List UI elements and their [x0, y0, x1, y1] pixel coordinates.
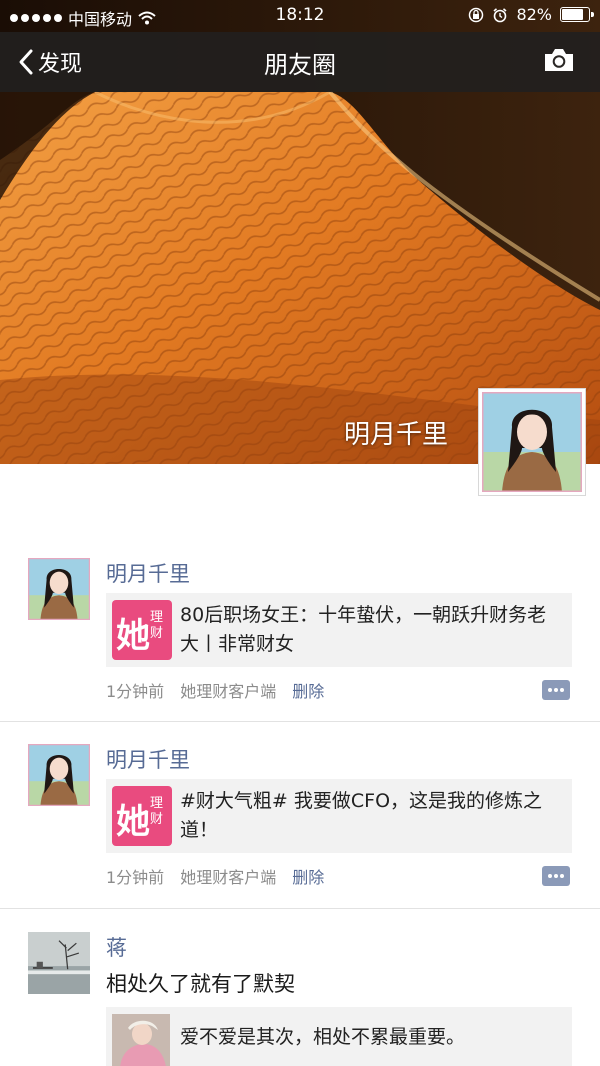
battery-percent: 82%: [516, 5, 552, 24]
status-bar: 中国移动 18:12 82%: [0, 0, 600, 32]
shared-link-card[interactable]: 爱不爱是其次，相处不累最重要。: [106, 1007, 572, 1066]
shared-link-title: 爱不爱是其次，相处不累最重要。: [180, 1026, 466, 1048]
shared-link-card[interactable]: 她 理财 80后职场女王：十年蛰伏，一朝跃升财务老大丨非常财女: [106, 593, 572, 667]
moments-screen: 中国移动 18:12 82% 发现 朋友圈 明月千里 明月千里 她 理财 80后…: [0, 0, 600, 1066]
post-text: 相处久了就有了默契: [106, 972, 295, 996]
delete-button[interactable]: 删除: [292, 864, 324, 888]
lock-rotation-icon: [469, 7, 484, 22]
camera-button[interactable]: [542, 46, 576, 78]
post-author[interactable]: 蒋: [106, 932, 127, 962]
moment-post: 明月千里 她 理财 #财大气粗# 我要做CFO，这是我的修炼之道！ 1分钟前 她…: [0, 706, 600, 908]
alarm-icon: [493, 7, 507, 22]
profile-name: 明月千里: [343, 420, 448, 450]
post-meta: 1分钟前 她理财客户端 删除: [106, 678, 324, 702]
app-logo-sub: 理财: [150, 796, 164, 827]
profile-avatar[interactable]: [478, 388, 586, 496]
battery-icon: [560, 7, 594, 22]
comment-more-icon[interactable]: [542, 866, 570, 886]
post-time: 1分钟前: [106, 868, 165, 887]
post-time: 1分钟前: [106, 682, 165, 701]
avatar-image: [28, 744, 90, 806]
post-source[interactable]: 她理财客户端: [180, 864, 276, 888]
post-author[interactable]: 明月千里: [106, 558, 190, 588]
post-source[interactable]: 她理财客户端: [180, 678, 276, 702]
comment-more-icon[interactable]: [542, 680, 570, 700]
shared-photo-image: [112, 1014, 170, 1066]
avatar-image: [480, 390, 584, 494]
post-avatar[interactable]: [28, 932, 90, 994]
app-logo-sub: 理财: [150, 610, 164, 641]
post-meta: 1分钟前 她理财客户端 删除: [106, 864, 324, 888]
app-logo-main: 她: [116, 616, 150, 656]
post-avatar[interactable]: [28, 744, 90, 806]
post-avatar[interactable]: [28, 558, 90, 620]
app-logo-main: 她: [116, 802, 150, 842]
camera-icon: [545, 49, 573, 71]
shared-link-title: #财大气粗# 我要做CFO，这是我的修炼之道！: [180, 790, 543, 841]
shared-link-thumbnail: [112, 1014, 170, 1066]
page-title: 朋友圈: [264, 51, 336, 79]
nav-bar: 发现 朋友圈: [0, 32, 600, 92]
avatar-image: [28, 932, 90, 994]
moment-post: 蒋 相处久了就有了默契 爱不爱是其次，相处不累最重要。: [0, 894, 600, 1066]
avatar-image: [28, 558, 90, 620]
shared-link-card[interactable]: 她 理财 #财大气粗# 我要做CFO，这是我的修炼之道！: [106, 779, 572, 853]
shared-link-title: 80后职场女王：十年蛰伏，一朝跃升财务老大丨非常财女: [180, 604, 547, 655]
app-logo-icon: 她 理财: [112, 600, 172, 660]
delete-button[interactable]: 删除: [292, 678, 324, 702]
app-logo-icon: 她 理财: [112, 786, 172, 846]
post-author[interactable]: 明月千里: [106, 744, 190, 774]
moment-post: 明月千里 她 理财 80后职场女王：十年蛰伏，一朝跃升财务老大丨非常财女 1分钟…: [0, 520, 600, 722]
